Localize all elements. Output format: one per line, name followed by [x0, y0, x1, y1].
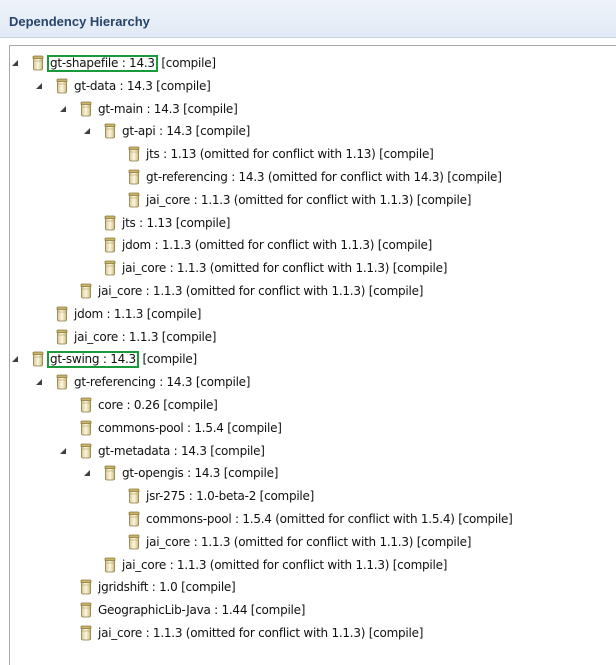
jar-icon — [56, 329, 68, 345]
tree-row-label: jai_core : 1.1.3 (omitted for conflict w… — [98, 283, 424, 298]
tree-row-label: jgridshift : 1.0 [compile] — [98, 580, 236, 595]
tree-row[interactable]: jgridshift : 1.0 [compile] — [0, 576, 616, 599]
tree-row-label: jts : 1.13 (omitted for conflict with 1.… — [146, 147, 434, 162]
expanded-triangle-icon[interactable] — [10, 354, 20, 364]
tree-row[interactable]: jsr-275 : 1.0-beta-2 [compile] — [0, 485, 616, 508]
jar-icon — [128, 511, 140, 527]
tree-row[interactable]: commons-pool : 1.5.4 [compile] — [0, 417, 616, 440]
tree-row[interactable]: gt-api : 14.3 [compile] — [0, 120, 616, 143]
tree-row-label: jai_core : 1.1.3 (omitted for conflict w… — [98, 625, 424, 640]
artifact-scope: [compile] — [138, 352, 197, 367]
tree-row[interactable]: gt-referencing : 14.3 [compile] — [0, 371, 616, 394]
highlighted-artifact-name: gt-swing : 14.3 — [47, 351, 139, 369]
tree-row-label: gt-swing : 14.3 [compile] — [47, 351, 197, 369]
tree-row-label: gt-referencing : 14.3 [compile] — [74, 375, 251, 390]
tree-row-label: jsr-275 : 1.0-beta-2 [compile] — [146, 489, 315, 504]
tree-row-label: jdom : 1.1.3 (omitted for conflict with … — [122, 238, 433, 253]
jar-icon — [104, 123, 116, 139]
jar-icon — [80, 579, 92, 595]
jar-icon — [104, 465, 116, 481]
jar-icon — [104, 237, 116, 253]
expanded-triangle-icon[interactable] — [82, 468, 92, 478]
jar-icon — [80, 397, 92, 413]
tree-row-label: gt-metadata : 14.3 [compile] — [98, 443, 265, 458]
highlighted-artifact-name: gt-shapefile : 14.3 — [47, 55, 158, 72]
jar-icon — [128, 534, 140, 550]
tree-row-label: jai_core : 1.1.3 (omitted for conflict w… — [146, 534, 472, 549]
tree-row-label: jai_core : 1.1.3 (omitted for conflict w… — [122, 261, 448, 276]
tree-row-label: gt-api : 14.3 [compile] — [122, 124, 251, 139]
tree-row-label: GeographicLib-Java : 1.44 [compile] — [98, 603, 306, 618]
jar-icon — [32, 351, 44, 367]
jar-icon — [80, 420, 92, 436]
tree-row[interactable]: gt-referencing : 14.3 (omitted for confl… — [0, 166, 616, 189]
tree-row[interactable]: jdom : 1.1.3 (omitted for conflict with … — [0, 234, 616, 257]
tree-row-label: jts : 1.13 [compile] — [122, 215, 231, 230]
expanded-triangle-icon[interactable] — [10, 58, 20, 68]
tree-row-label: jai_core : 1.1.3 (omitted for conflict w… — [122, 557, 448, 572]
tree-row-label: gt-shapefile : 14.3 [compile] — [47, 55, 216, 72]
jar-icon — [104, 557, 116, 573]
tree-row-label: jai_core : 1.1.3 [compile] — [74, 329, 217, 344]
tree-row[interactable]: jai_core : 1.1.3 (omitted for conflict w… — [0, 622, 616, 645]
tree-row[interactable]: gt-metadata : 14.3 [compile] — [0, 440, 616, 463]
tree-row[interactable]: core : 0.26 [compile] — [0, 394, 616, 417]
expanded-triangle-icon[interactable] — [34, 81, 44, 91]
tree-row-label: commons-pool : 1.5.4 [compile] — [98, 420, 282, 435]
tree-row[interactable]: GeographicLib-Java : 1.44 [compile] — [0, 599, 616, 622]
dependency-tree[interactable]: gt-shapefile : 14.3 [compile] gt-data : 1… — [0, 52, 616, 645]
tree-row[interactable]: jts : 1.13 (omitted for conflict with 1.… — [0, 143, 616, 166]
tree-row-label: gt-data : 14.3 [compile] — [74, 78, 211, 93]
jar-icon — [128, 146, 140, 162]
tree-row[interactable]: jts : 1.13 [compile] — [0, 212, 616, 235]
tree-row[interactable]: jai_core : 1.1.3 [compile] — [0, 326, 616, 349]
jar-icon — [80, 602, 92, 618]
tree-row[interactable]: jai_core : 1.1.3 (omitted for conflict w… — [0, 257, 616, 280]
expanded-triangle-icon[interactable] — [34, 377, 44, 387]
jar-icon — [80, 443, 92, 459]
jar-icon — [80, 625, 92, 641]
expanded-triangle-icon[interactable] — [58, 104, 68, 114]
jar-icon — [56, 306, 68, 322]
tree-row[interactable]: jdom : 1.1.3 [compile] — [0, 303, 616, 326]
jar-icon — [104, 260, 116, 276]
tree-row-label: gt-referencing : 14.3 (omitted for confl… — [146, 169, 502, 184]
jar-icon — [128, 192, 140, 208]
jar-icon — [32, 55, 44, 71]
tree-row[interactable]: jai_core : 1.1.3 (omitted for conflict w… — [0, 531, 616, 554]
expanded-triangle-icon[interactable] — [58, 446, 68, 456]
panel-title-bar: Dependency Hierarchy — [0, 0, 616, 38]
jar-icon — [80, 101, 92, 117]
tree-row[interactable]: gt-data : 14.3 [compile] — [0, 75, 616, 98]
expanded-triangle-icon[interactable] — [82, 126, 92, 136]
tree-row-label: gt-main : 14.3 [compile] — [98, 101, 238, 116]
tree-row[interactable]: gt-opengis : 14.3 [compile] — [0, 462, 616, 485]
tree-row[interactable]: jai_core : 1.1.3 (omitted for conflict w… — [0, 189, 616, 212]
tree-row[interactable]: jai_core : 1.1.3 (omitted for conflict w… — [0, 280, 616, 303]
tree-row-label: jai_core : 1.1.3 (omitted for conflict w… — [146, 192, 472, 207]
jar-icon — [128, 169, 140, 185]
tree-row[interactable]: gt-swing : 14.3 [compile] — [0, 348, 616, 371]
artifact-scope: [compile] — [157, 56, 216, 70]
panel-title: Dependency Hierarchy — [9, 14, 150, 29]
jar-icon — [80, 283, 92, 299]
jar-icon — [128, 488, 140, 504]
tree-row[interactable]: jai_core : 1.1.3 (omitted for conflict w… — [0, 554, 616, 577]
tree-row[interactable]: gt-shapefile : 14.3 [compile] — [0, 52, 616, 75]
jar-icon — [56, 78, 68, 94]
tree-row-label: commons-pool : 1.5.4 (omitted for confli… — [146, 511, 513, 526]
dependency-hierarchy-panel: Dependency Hierarchy gt-shapefile : 14.3… — [0, 0, 616, 665]
tree-row-label: gt-opengis : 14.3 [compile] — [122, 466, 279, 481]
jar-icon — [104, 215, 116, 231]
tree-row[interactable]: gt-main : 14.3 [compile] — [0, 98, 616, 121]
tree-row-label: jdom : 1.1.3 [compile] — [74, 306, 202, 321]
tree-row[interactable]: commons-pool : 1.5.4 (omitted for confli… — [0, 508, 616, 531]
jar-icon — [56, 374, 68, 390]
tree-row-label: core : 0.26 [compile] — [98, 397, 218, 412]
